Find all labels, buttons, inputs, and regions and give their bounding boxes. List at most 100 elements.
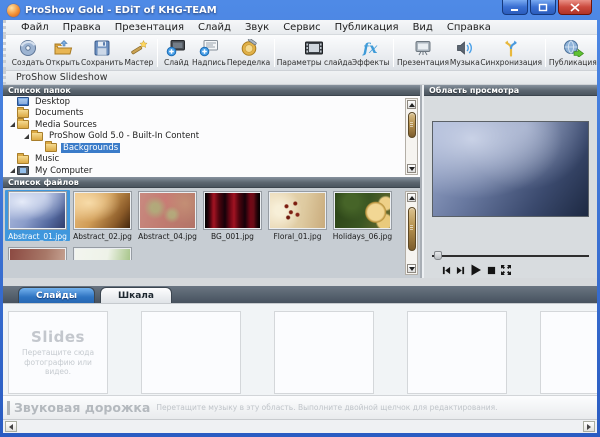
toolbar-button-open[interactable]: Открыть <box>45 38 81 68</box>
folder-tree-item-desktop[interactable]: Desktop <box>3 96 420 108</box>
tab-слайды[interactable]: Слайды <box>18 287 95 303</box>
files-scroll-thumb[interactable] <box>408 207 416 251</box>
file-item-abstract-04-jpg[interactable]: Abstract_04.jpg <box>135 190 200 241</box>
folders-scroll-thumb[interactable] <box>408 112 416 138</box>
seek-handle[interactable] <box>434 251 442 260</box>
toolbar-button-wizard[interactable]: Мастер <box>124 38 155 68</box>
folder-label: Media Sources <box>33 120 99 130</box>
toolbar-button-remake[interactable]: Переделка <box>227 38 271 68</box>
remake-icon <box>239 39 259 57</box>
soundtrack-bar[interactable]: Звуковая дорожка Перетащите музыку в эту… <box>3 395 597 419</box>
toolbar-button-music[interactable]: Музыка <box>449 38 481 68</box>
file-thumbnail[interactable] <box>74 248 131 260</box>
files-scrollbar[interactable] <box>405 191 418 275</box>
slide-slot-1[interactable]: SlidesПеретащите сюда фотографию или вид… <box>8 311 108 394</box>
scroll-right-icon[interactable] <box>583 421 595 432</box>
slide-slot-2[interactable] <box>141 311 241 394</box>
folder-tree-item-proshow-gold-5-0-built-in-content[interactable]: ProShow Gold 5.0 - Built-In Content <box>3 131 420 143</box>
toolbar-button-new-show[interactable]: Создать <box>11 38 45 68</box>
menu-item-4[interactable]: Слайд <box>191 22 238 33</box>
close-button[interactable] <box>558 0 592 15</box>
file-thumbnail[interactable] <box>139 192 196 229</box>
menu-item-2[interactable]: Правка <box>56 22 108 33</box>
folder-label: Documents <box>33 108 85 118</box>
open-icon <box>53 39 73 57</box>
file-thumbnail[interactable] <box>204 192 261 229</box>
horizontal-scrollbar[interactable] <box>3 419 597 433</box>
file-item-partial[interactable] <box>5 246 70 260</box>
scroll-left-icon[interactable] <box>5 421 17 432</box>
menu-item-1[interactable]: Файл <box>14 22 56 33</box>
folder-tree-item-backgrounds[interactable]: Backgrounds <box>3 142 420 154</box>
folder-tree-item-media-sources[interactable]: Media Sources <box>3 119 420 131</box>
toolbar-separator <box>157 39 158 67</box>
tab-шкала[interactable]: Шкала <box>100 287 172 303</box>
stop-button[interactable] <box>487 266 496 275</box>
slide-slot-5[interactable] <box>540 311 597 394</box>
scroll-up-icon[interactable] <box>407 193 416 202</box>
file-thumbnail[interactable] <box>334 192 391 229</box>
toolbar-label: Надпись <box>192 58 226 67</box>
skip-forward-button[interactable] <box>456 266 465 275</box>
toolbar-label: Мастер <box>124 58 153 67</box>
file-thumbnail[interactable] <box>269 192 326 229</box>
playback-controls <box>442 264 511 276</box>
folder-tree-item-music[interactable]: Music <box>3 154 420 166</box>
fullscreen-button[interactable] <box>501 265 511 275</box>
scroll-down-icon[interactable] <box>407 164 416 173</box>
client-area: ФайлПравкаПрезентацияСлайдЗвукСервисПубл… <box>3 20 597 433</box>
play-button[interactable] <box>470 264 482 276</box>
window-title: ProShow Gold - EDiT of KHG-TEAM <box>25 5 217 16</box>
file-item-floral-01-jpg[interactable]: Floral_01.jpg <box>265 190 330 241</box>
file-thumbnail[interactable] <box>9 248 66 260</box>
toolbar-button-save[interactable]: Сохранить <box>81 38 124 68</box>
menu-item-8[interactable]: Вид <box>406 22 440 33</box>
folders-scrollbar[interactable] <box>405 98 418 175</box>
menu-item-6[interactable]: Сервис <box>276 22 327 33</box>
toolbar-label: Переделка <box>227 58 270 67</box>
folder-label: Backgrounds <box>61 143 120 153</box>
file-item-holidays-06-jpg[interactable]: Holidays_06.jpg <box>330 190 395 241</box>
menu-item-5[interactable]: Звук <box>238 22 276 33</box>
maximize-button[interactable] <box>530 0 556 15</box>
toolbar-label: Эффекты <box>352 58 390 67</box>
toolbar-button-sync[interactable]: Синхронизация <box>481 38 542 68</box>
file-thumbnail[interactable] <box>74 192 131 229</box>
preview-body <box>424 96 597 278</box>
file-item-bg-001-jpg[interactable]: BG_001.jpg <box>200 190 265 241</box>
minimize-button[interactable] <box>502 0 528 15</box>
expander-icon[interactable] <box>7 122 17 127</box>
menu-item-7[interactable]: Публикация <box>328 22 406 33</box>
file-item-abstract-02-jpg[interactable]: Abstract_02.jpg <box>70 190 135 241</box>
files-panel-header: Список файлов <box>3 177 420 188</box>
file-thumbnail[interactable] <box>9 192 66 229</box>
folder-icon <box>31 132 43 141</box>
seek-bar[interactable] <box>432 250 589 260</box>
toolbar-button-publish[interactable]: Публикация <box>549 38 597 68</box>
slide-slot-4[interactable] <box>407 311 507 394</box>
toolbar-button-add-caption[interactable]: Надпись <box>191 38 226 68</box>
skip-back-button[interactable] <box>442 266 451 275</box>
folder-tree-item-my-computer[interactable]: My Computer <box>3 165 420 177</box>
file-item-abstract-01-jpg[interactable]: Abstract_01.jpg <box>5 190 70 241</box>
toolbar-label: Слайд <box>164 58 189 67</box>
toolbar-button-effects[interactable]: fxЭффекты <box>351 38 390 68</box>
toolbar-button-slide-options[interactable]: Параметры слайда <box>278 38 352 68</box>
scroll-up-icon[interactable] <box>407 100 416 109</box>
computer-icon <box>17 166 29 175</box>
sync-icon <box>501 39 521 57</box>
folder-tree-item-documents[interactable]: Documents <box>3 108 420 120</box>
expander-icon[interactable] <box>7 168 17 173</box>
toolbar-button-add-slide[interactable]: Слайд <box>161 38 191 68</box>
preview-panel-header: Область просмотра <box>424 85 597 96</box>
app-logo-icon <box>7 4 20 17</box>
file-item-partial[interactable] <box>70 246 135 260</box>
expander-icon[interactable] <box>21 134 31 139</box>
scroll-down-icon[interactable] <box>407 264 416 273</box>
slide-slot-3[interactable] <box>274 311 374 394</box>
menu-item-3[interactable]: Презентация <box>108 22 191 33</box>
folder-icon <box>17 155 29 164</box>
toolbar-button-show[interactable]: Презентация <box>397 38 449 68</box>
music-icon <box>455 39 475 57</box>
menu-item-9[interactable]: Справка <box>440 22 498 33</box>
